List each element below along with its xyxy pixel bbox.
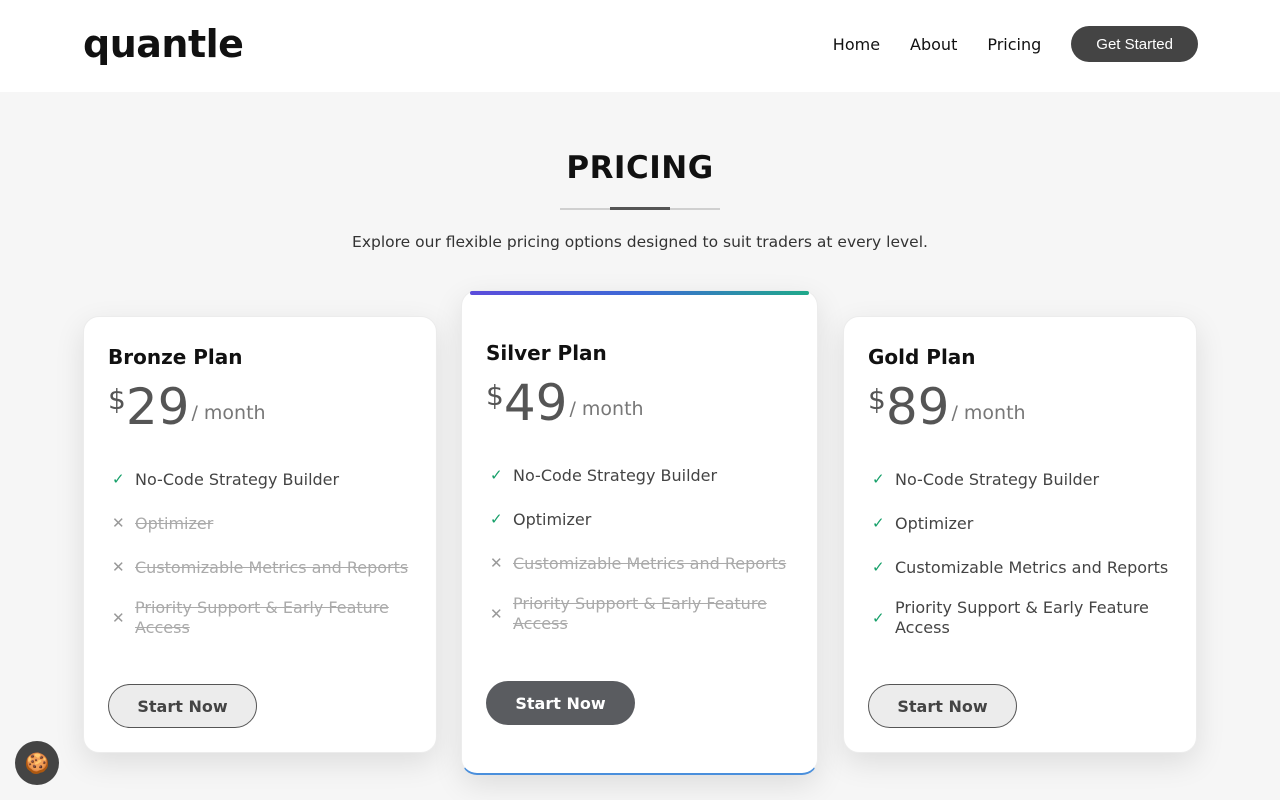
plan-name: Silver Plan bbox=[486, 341, 607, 365]
feature-item: ✕ Optimizer bbox=[108, 501, 412, 545]
nav-about[interactable]: About bbox=[910, 35, 957, 54]
cross-icon: ✕ bbox=[490, 554, 503, 572]
price-period: / month bbox=[569, 398, 644, 420]
title-divider bbox=[560, 207, 720, 210]
cross-icon: ✕ bbox=[112, 558, 125, 576]
logo[interactable]: quantle bbox=[83, 20, 244, 68]
feature-item: ✕ Customizable Metrics and Reports bbox=[108, 545, 412, 589]
feature-item: ✓ Optimizer bbox=[486, 497, 793, 541]
cookie-icon: 🍪 bbox=[24, 752, 50, 775]
plan-price: $ 49 / month bbox=[486, 375, 793, 435]
feature-list: ✓ No-Code Strategy Builder ✓ Optimizer ✕ Cu… bbox=[486, 453, 793, 643]
nav-pricing[interactable]: Pricing bbox=[987, 35, 1041, 54]
start-now-button[interactable]: Start Now bbox=[868, 684, 1017, 728]
plan-card-gold: Gold Plan $ 89 / month ✓ No-Code Strategy… bbox=[843, 316, 1197, 753]
cross-icon: ✕ bbox=[112, 514, 125, 532]
start-now-button[interactable]: Start Now bbox=[486, 681, 635, 725]
plan-name: Gold Plan bbox=[868, 345, 976, 369]
get-started-button[interactable]: Get Started bbox=[1071, 26, 1198, 62]
price-currency: $ bbox=[108, 383, 126, 416]
price-amount: 49 bbox=[503, 374, 568, 432]
plan-price: $ 89 / month bbox=[868, 379, 1172, 439]
price-period: / month bbox=[951, 402, 1026, 424]
feature-list: ✓ No-Code Strategy Builder ✕ Optimizer ✕ Cu… bbox=[108, 457, 412, 647]
feature-item: ✕ Priority Support & Early Feature Access bbox=[108, 589, 412, 647]
price-amount: 89 bbox=[885, 378, 950, 436]
check-icon: ✓ bbox=[490, 466, 503, 484]
nav-home[interactable]: Home bbox=[833, 35, 880, 54]
price-currency: $ bbox=[868, 383, 886, 416]
plan-card-bronze: Bronze Plan $ 29 / month ✓ No-Code Strate… bbox=[83, 316, 437, 753]
feature-item: ✓ No-Code Strategy Builder bbox=[108, 457, 412, 501]
check-icon: ✓ bbox=[872, 470, 885, 488]
feature-item: ✓ Priority Support & Early Feature Access bbox=[868, 589, 1172, 647]
plan-price: $ 29 / month bbox=[108, 379, 412, 439]
start-now-button[interactable]: Start Now bbox=[108, 684, 257, 728]
feature-list: ✓ No-Code Strategy Builder ✓ Optimizer ✓ Cu… bbox=[868, 457, 1172, 647]
check-icon: ✓ bbox=[112, 470, 125, 488]
feature-item: ✓ No-Code Strategy Builder bbox=[486, 453, 793, 497]
plan-card-silver: Silver Plan $ 49 / month ✓ No-Code Strate… bbox=[461, 290, 818, 775]
feature-item: ✕ Priority Support & Early Feature Access bbox=[486, 585, 793, 643]
price-amount: 29 bbox=[125, 378, 190, 436]
site-header: quantle Home About Pricing Get Started bbox=[0, 0, 1280, 92]
price-period: / month bbox=[191, 402, 266, 424]
check-icon: ✓ bbox=[872, 514, 885, 532]
feature-item: ✓ Customizable Metrics and Reports bbox=[868, 545, 1172, 589]
feature-item: ✓ No-Code Strategy Builder bbox=[868, 457, 1172, 501]
page-title: PRICING bbox=[566, 150, 714, 186]
cookie-settings-button[interactable]: 🍪 bbox=[15, 741, 59, 785]
check-icon: ✓ bbox=[490, 510, 503, 528]
check-icon: ✓ bbox=[872, 609, 885, 627]
feature-item: ✕ Customizable Metrics and Reports bbox=[486, 541, 793, 585]
plan-name: Bronze Plan bbox=[108, 345, 243, 369]
highlight-bar bbox=[470, 291, 809, 295]
feature-item: ✓ Optimizer bbox=[868, 501, 1172, 545]
price-currency: $ bbox=[486, 379, 504, 412]
page-subtitle: Explore our flexible pricing options des… bbox=[352, 233, 928, 251]
main-nav: Home About Pricing Get Started bbox=[833, 26, 1198, 62]
cross-icon: ✕ bbox=[112, 609, 125, 627]
cross-icon: ✕ bbox=[490, 605, 503, 623]
check-icon: ✓ bbox=[872, 558, 885, 576]
